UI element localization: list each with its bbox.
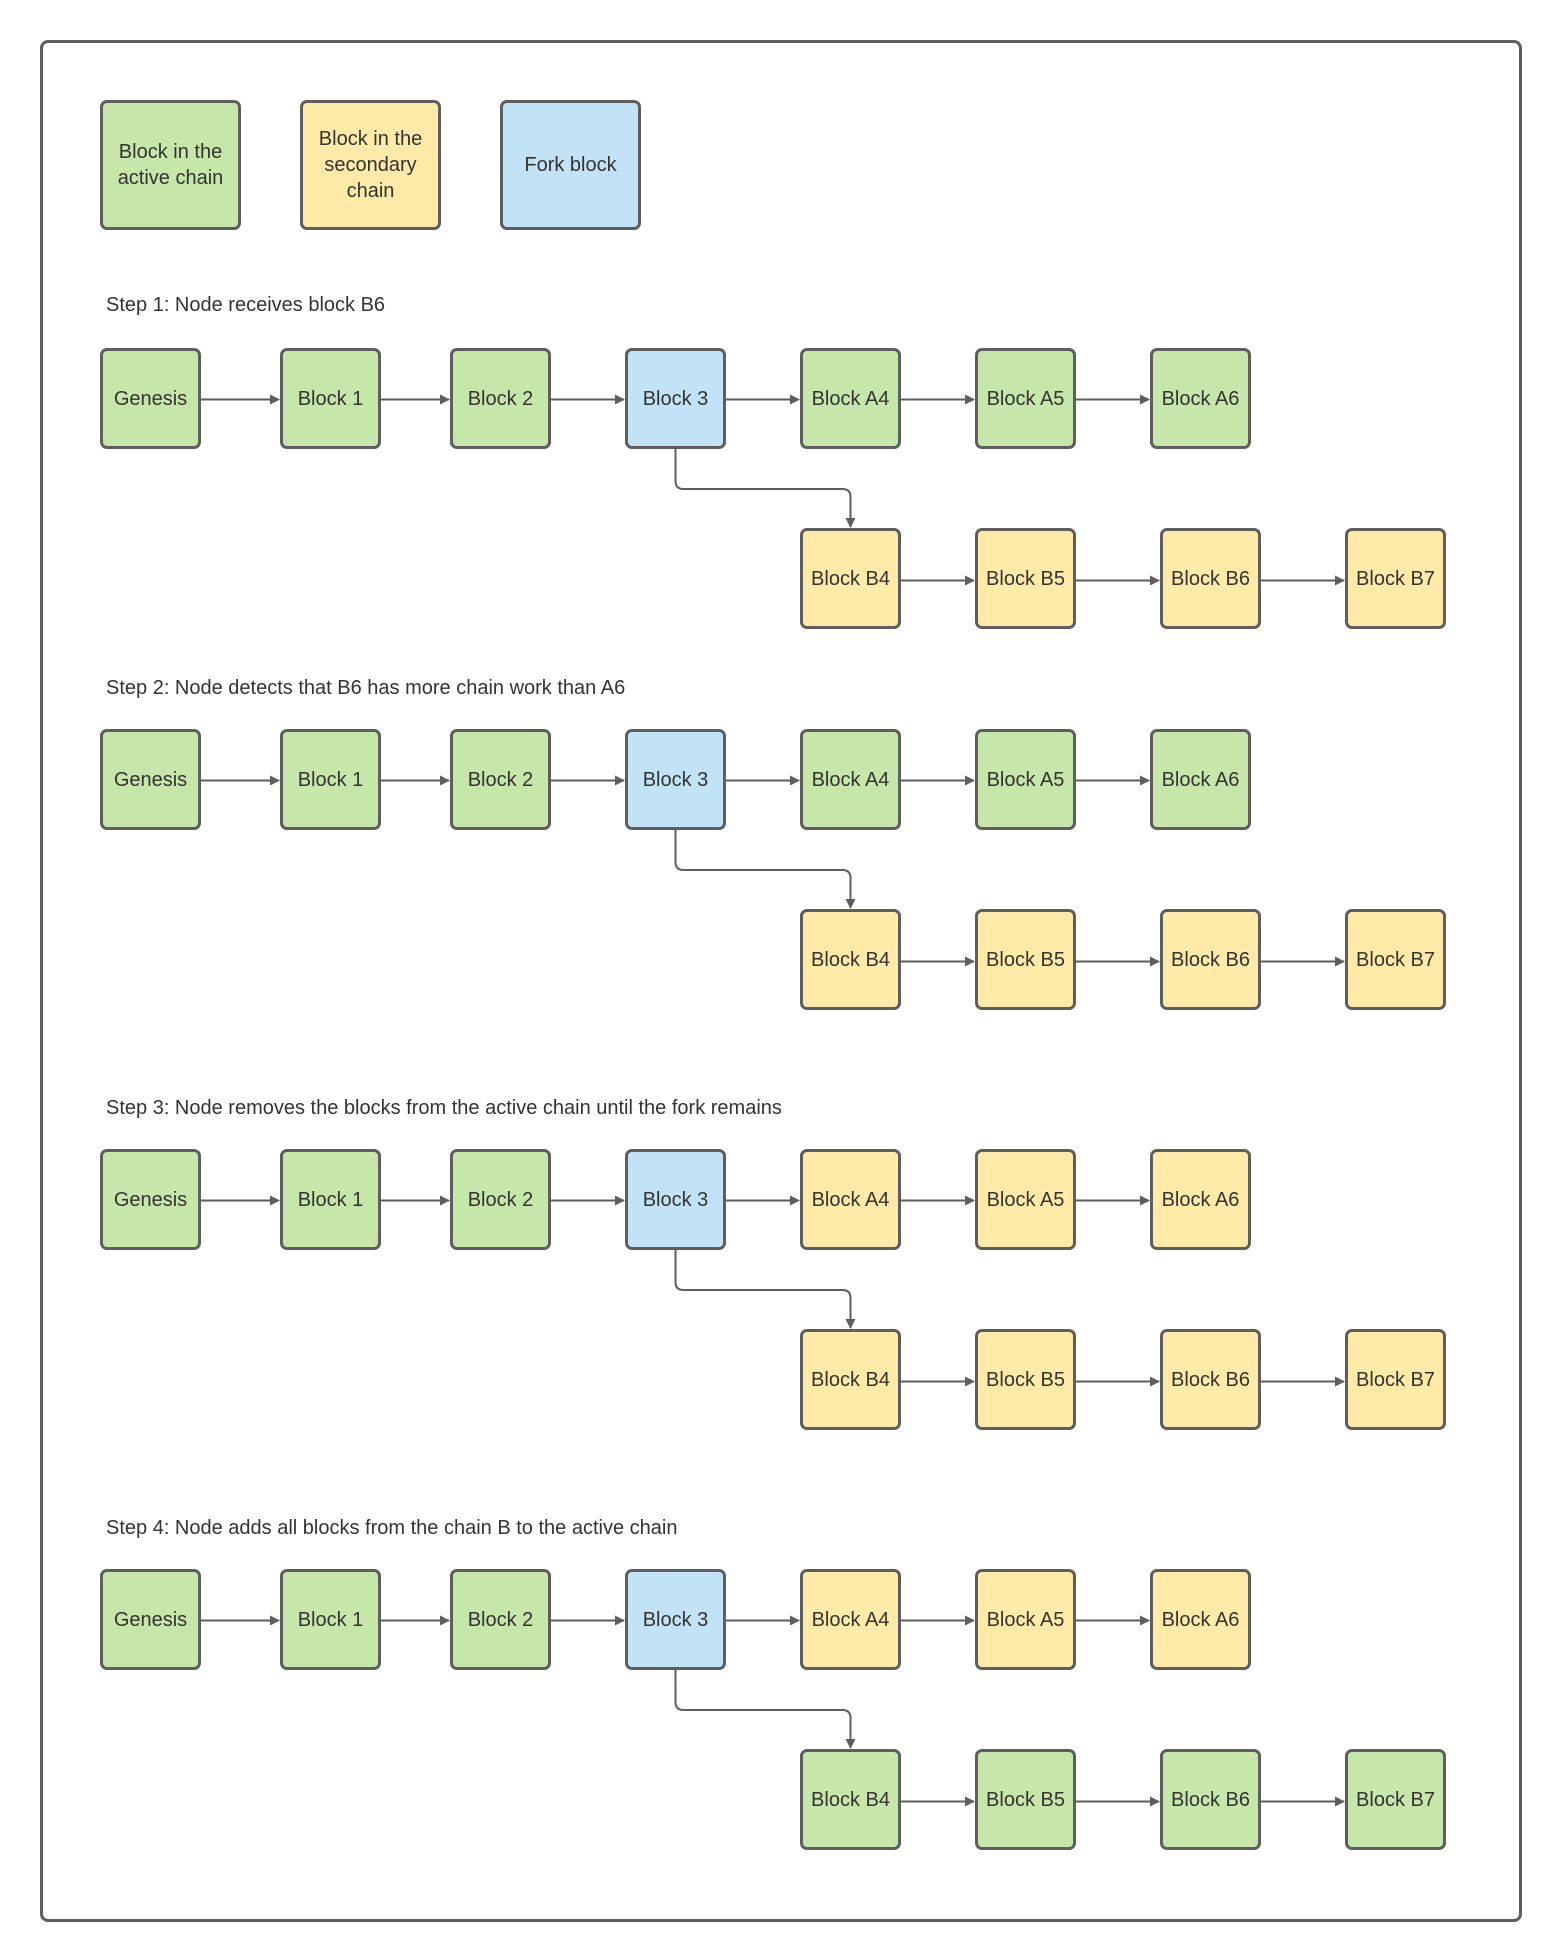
step-2-label: Step 2: Node detects that B6 has more ch… [106,677,626,699]
block-block-b4-step-1: Block B4 [800,528,901,629]
block-label: Block B5 [986,567,1065,590]
block-block-2-step-4: Block 2 [450,1569,551,1670]
block-block-1-step-4: Block 1 [280,1569,381,1670]
legend-fork-block-label: Fork block [524,154,617,176]
block-label: Block A6 [1161,387,1240,410]
block-block-a6-step-3: Block A6 [1150,1149,1251,1250]
block-label: Block 3 [642,1188,709,1211]
block-label: Block B7 [1356,567,1435,590]
block-label: Block 1 [297,387,364,410]
block-label: Block 1 [297,1188,364,1211]
block-label: Block B4 [811,1788,890,1811]
block-label: Block 2 [467,1188,534,1211]
legend-fork-block: Fork block [500,100,641,230]
block-block-a4-step-1: Block A4 [800,348,901,449]
block-label: Block B5 [986,1368,1065,1391]
block-block-b4-step-2: Block B4 [800,909,901,1010]
step-1-label: Step 1: Node receives block B6 [106,294,386,316]
block-label: Block A4 [811,1188,890,1211]
block-label: Block A4 [811,768,890,791]
block-label: Block A5 [986,387,1065,410]
block-label: Block A6 [1161,1608,1240,1631]
block-label: Block 3 [642,1608,709,1631]
block-label: Block B6 [1171,567,1250,590]
block-label: Block A4 [811,1608,890,1631]
diagram-frame [40,40,1522,1922]
block-block-a4-step-2: Block A4 [800,729,901,830]
block-block-a5-step-4: Block A5 [975,1569,1076,1670]
block-block-b4-step-4: Block B4 [800,1749,901,1850]
block-block-a4-step-3: Block A4 [800,1149,901,1250]
block-label: Block 2 [467,387,534,410]
legend-secondary-chain-label: Block in the secondary chain [318,128,423,202]
block-block-3-step-1: Block 3 [625,348,726,449]
block-label: Block A6 [1161,768,1240,791]
block-label: Block A5 [986,1608,1065,1631]
block-block-b5-step-1: Block B5 [975,528,1076,629]
block-label: Genesis [113,1608,188,1631]
block-block-b5-step-3: Block B5 [975,1329,1076,1430]
block-label: Block B7 [1356,1788,1435,1811]
block-label: Block B7 [1356,1368,1435,1391]
block-block-b6-step-4: Block B6 [1160,1749,1261,1850]
block-label: Block B5 [986,948,1065,971]
block-block-a5-step-1: Block A5 [975,348,1076,449]
block-label: Block B6 [1171,1368,1250,1391]
block-block-a4-step-4: Block A4 [800,1569,901,1670]
block-block-b7-step-4: Block B7 [1345,1749,1446,1850]
block-label: Block 1 [297,768,364,791]
block-block-b7-step-3: Block B7 [1345,1329,1446,1430]
legend-active-chain: Block in the active chain [100,100,241,230]
block-label: Block 3 [642,387,709,410]
block-label: Block 3 [642,768,709,791]
block-label: Block A4 [811,387,890,410]
block-block-a6-step-4: Block A6 [1150,1569,1251,1670]
block-label: Block B5 [986,1788,1065,1811]
legend-secondary-chain: Block in the secondary chain [300,100,441,230]
block-block-b5-step-2: Block B5 [975,909,1076,1010]
block-label: Block B6 [1171,1788,1250,1811]
block-label: Block 2 [467,1608,534,1631]
block-block-a6-step-2: Block A6 [1150,729,1251,830]
block-block-1-step-2: Block 1 [280,729,381,830]
block-label: Block B4 [811,948,890,971]
block-label: Block B7 [1356,948,1435,971]
block-label: Block B4 [811,567,890,590]
block-label: Block A5 [986,1188,1065,1211]
block-block-b6-step-2: Block B6 [1160,909,1261,1010]
block-block-2-step-3: Block 2 [450,1149,551,1250]
block-block-3-step-4: Block 3 [625,1569,726,1670]
block-label: Genesis [113,768,188,791]
block-block-3-step-2: Block 3 [625,729,726,830]
block-block-1-step-1: Block 1 [280,348,381,449]
block-label: Block A5 [986,768,1065,791]
block-label: Block B6 [1171,948,1250,971]
block-block-3-step-3: Block 3 [625,1149,726,1250]
block-label: Block 2 [467,768,534,791]
legend-active-chain-label: Block in the active chain [117,141,224,189]
block-block-b7-step-2: Block B7 [1345,909,1446,1010]
block-label: Genesis [113,387,188,410]
block-block-2-step-1: Block 2 [450,348,551,449]
block-genesis-step-4: Genesis [100,1569,201,1670]
block-block-b6-step-1: Block B6 [1160,528,1261,629]
block-block-a5-step-2: Block A5 [975,729,1076,830]
block-block-1-step-3: Block 1 [280,1149,381,1250]
block-block-a6-step-1: Block A6 [1150,348,1251,449]
block-block-2-step-2: Block 2 [450,729,551,830]
block-block-b7-step-1: Block B7 [1345,528,1446,629]
block-label: Block B4 [811,1368,890,1391]
block-genesis-step-3: Genesis [100,1149,201,1250]
block-block-b4-step-3: Block B4 [800,1329,901,1430]
block-label: Block 1 [297,1608,364,1631]
block-genesis-step-2: Genesis [100,729,201,830]
step-3-label: Step 3: Node removes the blocks from the… [106,1097,782,1119]
block-block-a5-step-3: Block A5 [975,1149,1076,1250]
block-label: Genesis [113,1188,188,1211]
block-genesis-step-1: Genesis [100,348,201,449]
step-4-label: Step 4: Node adds all blocks from the ch… [106,1517,678,1539]
block-label: Block A6 [1161,1188,1240,1211]
block-block-b6-step-3: Block B6 [1160,1329,1261,1430]
block-block-b5-step-4: Block B5 [975,1749,1076,1850]
